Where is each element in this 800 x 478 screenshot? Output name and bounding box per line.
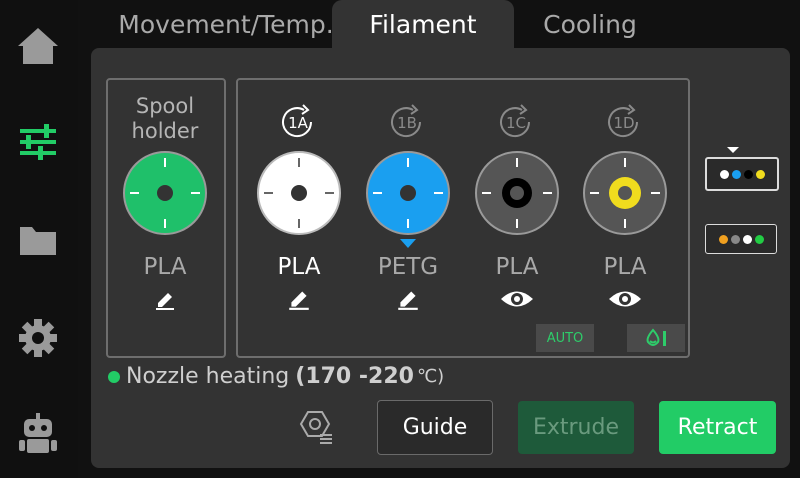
tab-label: Movement/Temp. bbox=[118, 9, 334, 39]
slot-1a-material: PLA bbox=[277, 254, 321, 280]
controls-icon[interactable] bbox=[14, 118, 62, 166]
slot-1a-rotate-icon: 1A bbox=[282, 104, 313, 138]
humidity-drop-icon bbox=[646, 328, 666, 346]
slot-1b-label: 1B bbox=[397, 114, 417, 132]
slot-1d-spool[interactable] bbox=[582, 150, 668, 236]
tab-bar: Movement/Temp. Filament Cooling bbox=[78, 0, 800, 48]
assistant-robot-icon[interactable] bbox=[14, 410, 62, 458]
color-dot bbox=[742, 234, 752, 244]
selected-slot-indicator-icon bbox=[400, 239, 416, 248]
guide-button[interactable]: Guide bbox=[377, 400, 493, 455]
color-dot bbox=[743, 169, 753, 179]
spool-holder-title: Spool holder bbox=[106, 94, 224, 144]
color-dot bbox=[755, 169, 765, 179]
auto-badge[interactable]: AUTO bbox=[536, 324, 594, 352]
tab-label: Filament bbox=[369, 9, 477, 39]
slot-1d-material: PLA bbox=[603, 254, 647, 280]
ams-strip-2[interactable] bbox=[705, 224, 777, 254]
tab-cooling[interactable]: Cooling bbox=[514, 0, 666, 48]
slot-1b-edit-icon[interactable] bbox=[395, 285, 421, 311]
spool-holder-title-line2: holder bbox=[131, 119, 199, 143]
ams-strip-1[interactable] bbox=[705, 157, 779, 191]
nozzle-temp-range: (170 -220 bbox=[295, 364, 414, 389]
color-dot bbox=[718, 234, 728, 244]
slot-1a-spool[interactable] bbox=[256, 150, 342, 236]
sidebar bbox=[0, 0, 78, 478]
color-dot bbox=[731, 169, 741, 179]
nozzle-icon[interactable] bbox=[296, 408, 336, 448]
nozzle-heating-text: Nozzle heating bbox=[126, 364, 290, 389]
slot-1b-material: PETG bbox=[377, 254, 439, 280]
spool-holder-material: PLA bbox=[143, 254, 187, 280]
color-dot bbox=[719, 169, 729, 179]
folder-icon[interactable] bbox=[14, 216, 62, 264]
current-ams-indicator-icon bbox=[727, 147, 739, 153]
slot-1b-spool[interactable] bbox=[365, 150, 451, 236]
slot-1d-label: 1D bbox=[613, 114, 634, 132]
home-icon[interactable] bbox=[14, 22, 62, 70]
slot-1d-view-icon[interactable] bbox=[607, 288, 643, 310]
spool-holder-title-line1: Spool bbox=[135, 94, 195, 118]
nozzle-heating-status: Nozzle heating (170 -220 ℃) bbox=[108, 364, 444, 389]
color-dot bbox=[730, 234, 740, 244]
gear-icon[interactable] bbox=[14, 314, 62, 362]
slot-1b-rotate-icon: 1B bbox=[391, 104, 422, 138]
drying-indicator[interactable] bbox=[627, 324, 685, 352]
tab-label: Cooling bbox=[543, 9, 637, 39]
status-dot bbox=[108, 370, 120, 383]
slot-1c-label: 1C bbox=[506, 114, 526, 132]
slot-1a-edit-icon[interactable] bbox=[286, 285, 312, 311]
spool-holder-spool[interactable] bbox=[122, 150, 208, 236]
slot-1c-spool[interactable] bbox=[474, 150, 560, 236]
color-dot bbox=[754, 234, 764, 244]
nozzle-temp-unit: ℃) bbox=[416, 366, 445, 387]
retract-button[interactable]: Retract bbox=[659, 401, 776, 454]
spool-holder-edit-icon[interactable] bbox=[153, 287, 177, 311]
slot-1c-view-icon[interactable] bbox=[499, 288, 535, 310]
extrude-button[interactable]: Extrude bbox=[518, 401, 634, 454]
tab-filament[interactable]: Filament bbox=[332, 0, 514, 48]
slot-1c-rotate-icon: 1C bbox=[500, 104, 531, 138]
slot-1d-rotate-icon: 1D bbox=[608, 104, 639, 138]
slot-1c-material: PLA bbox=[495, 254, 539, 280]
tab-movement-temp[interactable]: Movement/Temp. bbox=[100, 0, 352, 48]
slot-1a-label: 1A bbox=[288, 114, 309, 132]
